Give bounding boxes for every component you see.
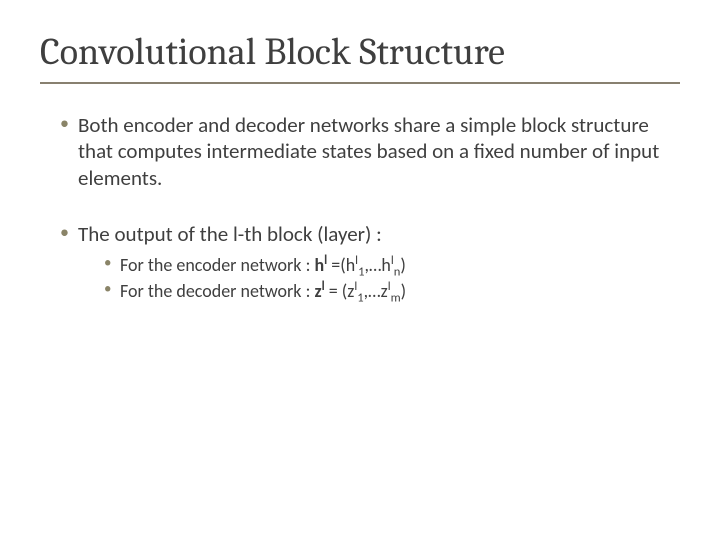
dec-subm: m	[391, 291, 401, 306]
slide: Convolutional Block Structure Both encod…	[0, 0, 720, 540]
dec-close: )	[401, 280, 406, 302]
sub-bullet-list: For the encoder network : hl =(hl1,…hln)…	[78, 253, 680, 304]
bullet-list: Both encoder and decoder networks share …	[40, 112, 680, 304]
sub-bullet-decoder: For the decoder network : zl = (zl1,…zlm…	[104, 279, 680, 303]
enc-close: )	[400, 254, 405, 276]
title-underline	[40, 82, 680, 84]
dec-sym: z	[314, 280, 321, 302]
enc-prefix: For the encoder network :	[120, 254, 314, 276]
bullet-text-2: The output of the l-th block (layer) :	[78, 221, 382, 247]
enc-mid: ,…h	[364, 254, 390, 276]
dec-open: = (z	[325, 280, 355, 302]
sub-bullet-encoder: For the encoder network : hl =(hl1,…hln)	[104, 253, 680, 277]
bullet-item-1: Both encoder and decoder networks share …	[60, 112, 680, 191]
dec-prefix: For the decoder network :	[120, 280, 314, 302]
enc-open: =(h	[327, 254, 355, 276]
slide-title: Convolutional Block Structure	[40, 30, 680, 74]
bullet-text-1: Both encoder and decoder networks share …	[78, 112, 659, 191]
dec-mid: ,…z	[364, 280, 388, 302]
enc-sym: h	[314, 254, 324, 276]
bullet-item-2: The output of the l-th block (layer) : F…	[60, 221, 680, 304]
